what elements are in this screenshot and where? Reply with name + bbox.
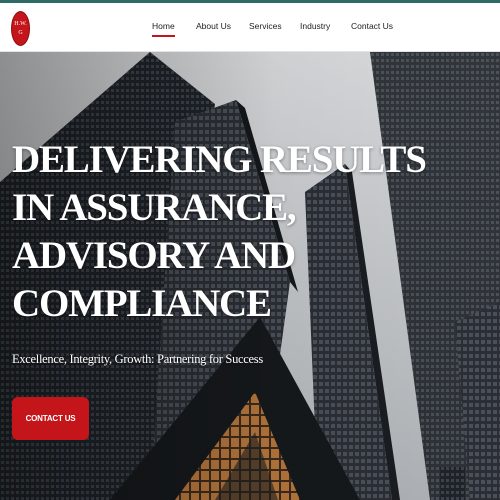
main-menu: Home About Us Services Industry Contact … — [0, 21, 500, 39]
nav-industry[interactable]: Industry — [300, 21, 330, 31]
nav-services[interactable]: Services — [249, 21, 282, 31]
headline-line-3: ADVISORY AND — [12, 234, 296, 277]
headline-line-1: DELIVERING RESULTS — [12, 138, 427, 181]
hero-section: DELIVERING RESULTS IN ASSURANCE, ADVISOR… — [0, 52, 500, 500]
headline-line-4: COMPLIANCE — [12, 282, 272, 325]
nav-contact-us[interactable]: Contact Us — [351, 21, 393, 31]
nav-about-us[interactable]: About Us — [196, 21, 231, 31]
hero-headline: DELIVERING RESULTS IN ASSURANCE, ADVISOR… — [12, 136, 427, 328]
hero-tagline: Excellence, Integrity, Growth: Partnerin… — [12, 352, 263, 366]
headline-line-2: IN ASSURANCE, — [12, 186, 297, 229]
contact-us-button[interactable]: CONTACT US — [12, 397, 89, 440]
nav-home[interactable]: Home — [152, 21, 175, 37]
navbar: H.W. G Home About Us Services Industry C… — [0, 3, 500, 52]
